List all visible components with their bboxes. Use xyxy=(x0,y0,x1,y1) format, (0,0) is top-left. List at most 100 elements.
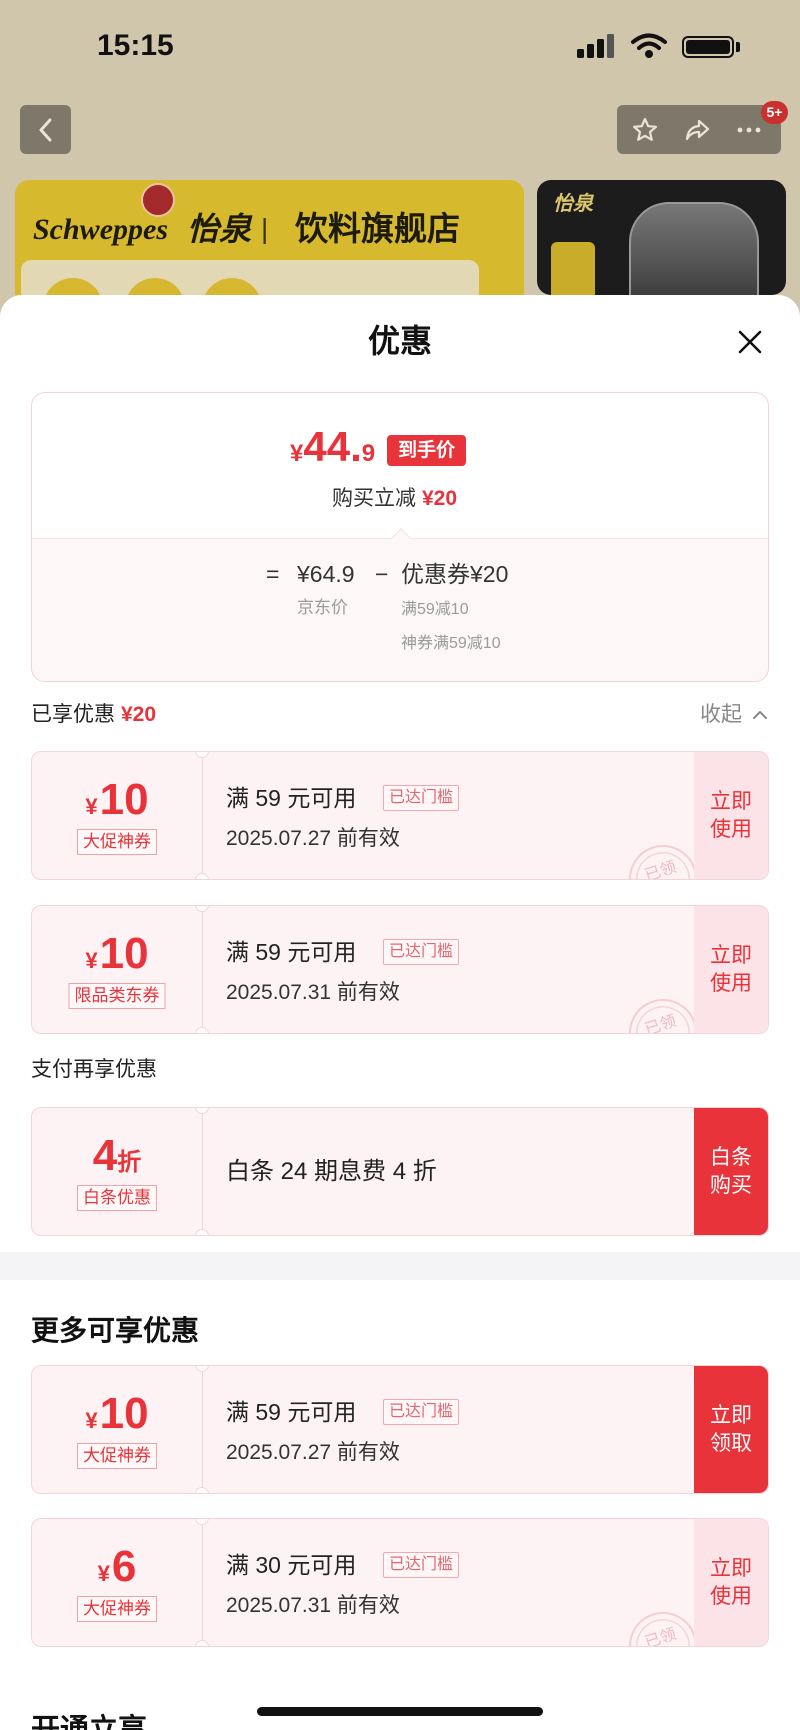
offer-value: 4 xyxy=(92,1131,118,1180)
coupon-detail: 神券满59减10 xyxy=(401,635,501,652)
use-coupon-button[interactable]: 立即 使用 xyxy=(694,1519,768,1646)
collapse-toggle[interactable]: 收起 xyxy=(700,701,742,729)
coupon-notch xyxy=(195,873,209,879)
coupon-amount: ¥6 xyxy=(32,1541,202,1603)
share-icon[interactable] xyxy=(683,116,711,144)
instant-discount-amount: ¥20 xyxy=(422,487,458,510)
more-offers-title: 更多可享优惠 xyxy=(31,1315,200,1346)
coupon-card: ¥10 限品类东券 满 59 元可用 已达门槛 2025.07.31 前有效 已… xyxy=(31,905,769,1034)
final-price-decimal: 9 xyxy=(361,440,376,467)
coupon-detail: 满59减10 xyxy=(401,601,469,618)
coupon-condition: 满 30 元可用 xyxy=(226,1552,357,1578)
next-section-title: 开通立享 xyxy=(31,1714,148,1730)
coupon-condition: 满 59 元可用 xyxy=(226,939,357,965)
coupon-notch xyxy=(195,1229,209,1235)
store-name: 饮料旗舰店 xyxy=(295,210,460,247)
threshold-badge: 已达门槛 xyxy=(383,1399,460,1425)
coupon-type-tag: 大促神券 xyxy=(77,1443,157,1469)
minus-sign: − xyxy=(375,561,389,587)
offer-unit: 折 xyxy=(117,1149,142,1176)
coupon-value: 10 xyxy=(99,775,149,824)
coupon-condition: 满 59 元可用 xyxy=(226,785,357,811)
coupon-type-tag: 大促神券 xyxy=(77,1596,157,1622)
wifi-icon xyxy=(631,33,667,58)
action-line: 立即 xyxy=(710,1403,752,1427)
star-icon[interactable] xyxy=(631,116,659,144)
threshold-badge: 已达门槛 xyxy=(383,939,460,965)
action-line: 使用 xyxy=(710,817,752,841)
claimed-stamp: 已领 xyxy=(620,1603,706,1647)
close-icon[interactable] xyxy=(735,327,765,357)
payment-section-title: 支付再享优惠 xyxy=(31,1058,157,1081)
coupon-notch xyxy=(195,1027,209,1033)
price-breakdown-card: ¥44.9 到手价 购买立减 ¥20 = ¥64.9 − 优惠券¥20 京东价 满… xyxy=(31,392,769,682)
enjoyed-amount: ¥20 xyxy=(121,703,157,726)
back-button[interactable] xyxy=(20,105,71,154)
coupon-currency: ¥ xyxy=(85,948,98,973)
final-price-badge: 到手价 xyxy=(387,435,466,466)
status-time: 15:15 xyxy=(97,29,174,62)
threshold-badge: 已达门槛 xyxy=(383,785,460,811)
notification-badge: 5+ xyxy=(761,101,788,124)
coupon-notch xyxy=(195,1640,209,1646)
coupon-total: 优惠券¥20 xyxy=(401,561,509,587)
coupon-amount: ¥10 xyxy=(32,774,202,836)
baitiao-buy-button[interactable]: 白条 购买 xyxy=(694,1108,768,1235)
claim-coupon-button[interactable]: 立即 领取 xyxy=(694,1366,768,1493)
brand-separator: | xyxy=(261,213,269,244)
claimed-stamp-text: 已领 xyxy=(642,1012,679,1034)
coupon-amount: ¥10 xyxy=(32,1388,202,1450)
enjoyed-label-text: 已享优惠 xyxy=(31,703,115,726)
coupon-validity: 2025.07.27 前有效 xyxy=(226,827,400,850)
claimed-stamp: 已领 xyxy=(620,836,706,880)
coupon-card: ¥10 大促神券 满 59 元可用 已达门槛 2025.07.27 前有效 已领… xyxy=(31,751,769,880)
coupon-notch xyxy=(195,1366,209,1372)
action-line: 使用 xyxy=(710,971,752,995)
action-line: 立即 xyxy=(710,943,752,967)
store-banner[interactable]: Schweppes 怡泉 | 饮料旗舰店 xyxy=(15,180,524,295)
chevron-up-icon[interactable] xyxy=(752,707,768,723)
coupon-currency: ¥ xyxy=(85,1408,98,1433)
use-coupon-button[interactable]: 立即 使用 xyxy=(694,906,768,1033)
coupon-notch xyxy=(195,1108,209,1114)
coupon-notch xyxy=(195,1487,209,1493)
product-image: 怡泉 xyxy=(537,180,786,295)
more-icon[interactable] xyxy=(735,116,763,144)
coupon-divider xyxy=(202,1108,203,1235)
action-line: 购买 xyxy=(710,1173,752,1197)
coupon-value: 10 xyxy=(99,1389,149,1438)
brand-chinese-name: 怡泉 xyxy=(187,211,252,247)
instant-discount: 购买立减 ¥20 xyxy=(332,485,457,513)
home-indicator[interactable] xyxy=(257,1707,543,1716)
coupon-notch xyxy=(195,1519,209,1525)
use-coupon-button[interactable]: 立即 使用 xyxy=(694,752,768,879)
claimed-stamp-text: 已领 xyxy=(642,1625,679,1647)
coupon-value: 6 xyxy=(111,1542,137,1591)
action-line: 立即 xyxy=(710,789,752,813)
coupon-validity: 2025.07.27 前有效 xyxy=(226,1441,400,1464)
enjoyed-offers-label: 已享优惠 ¥20 xyxy=(31,701,156,729)
coupon-divider xyxy=(202,752,203,879)
action-line: 使用 xyxy=(710,1584,752,1608)
coupon-type-tag: 限品类东券 xyxy=(68,983,166,1009)
coupon-divider xyxy=(202,906,203,1033)
coupon-condition: 满 59 元可用 xyxy=(226,1399,357,1425)
coupon-validity: 2025.07.31 前有效 xyxy=(226,1594,400,1617)
claimed-stamp: 已领 xyxy=(620,990,706,1034)
coupon-divider xyxy=(202,1519,203,1646)
final-price-integer: 44. xyxy=(303,423,362,470)
action-line: 领取 xyxy=(710,1431,752,1455)
offer-discount: 4折 xyxy=(32,1130,202,1192)
coupon-amount: ¥10 xyxy=(32,928,202,990)
battery-icon xyxy=(682,36,734,58)
coupon-value: 10 xyxy=(99,929,149,978)
payment-offer-card: 4折 白条优惠 白条 24 期息费 4 折 白条 购买 xyxy=(31,1107,769,1236)
claimed-stamp-text: 已领 xyxy=(642,858,679,880)
back-chevron-icon xyxy=(39,118,51,141)
coupon-type-tag: 大促神券 xyxy=(77,829,157,855)
coupon-validity: 2025.07.31 前有效 xyxy=(226,981,400,1004)
battery-nub xyxy=(736,42,740,52)
brand-latin-name: Schweppes xyxy=(33,213,168,246)
coupon-currency: ¥ xyxy=(85,794,98,819)
coupon-notch xyxy=(195,906,209,912)
